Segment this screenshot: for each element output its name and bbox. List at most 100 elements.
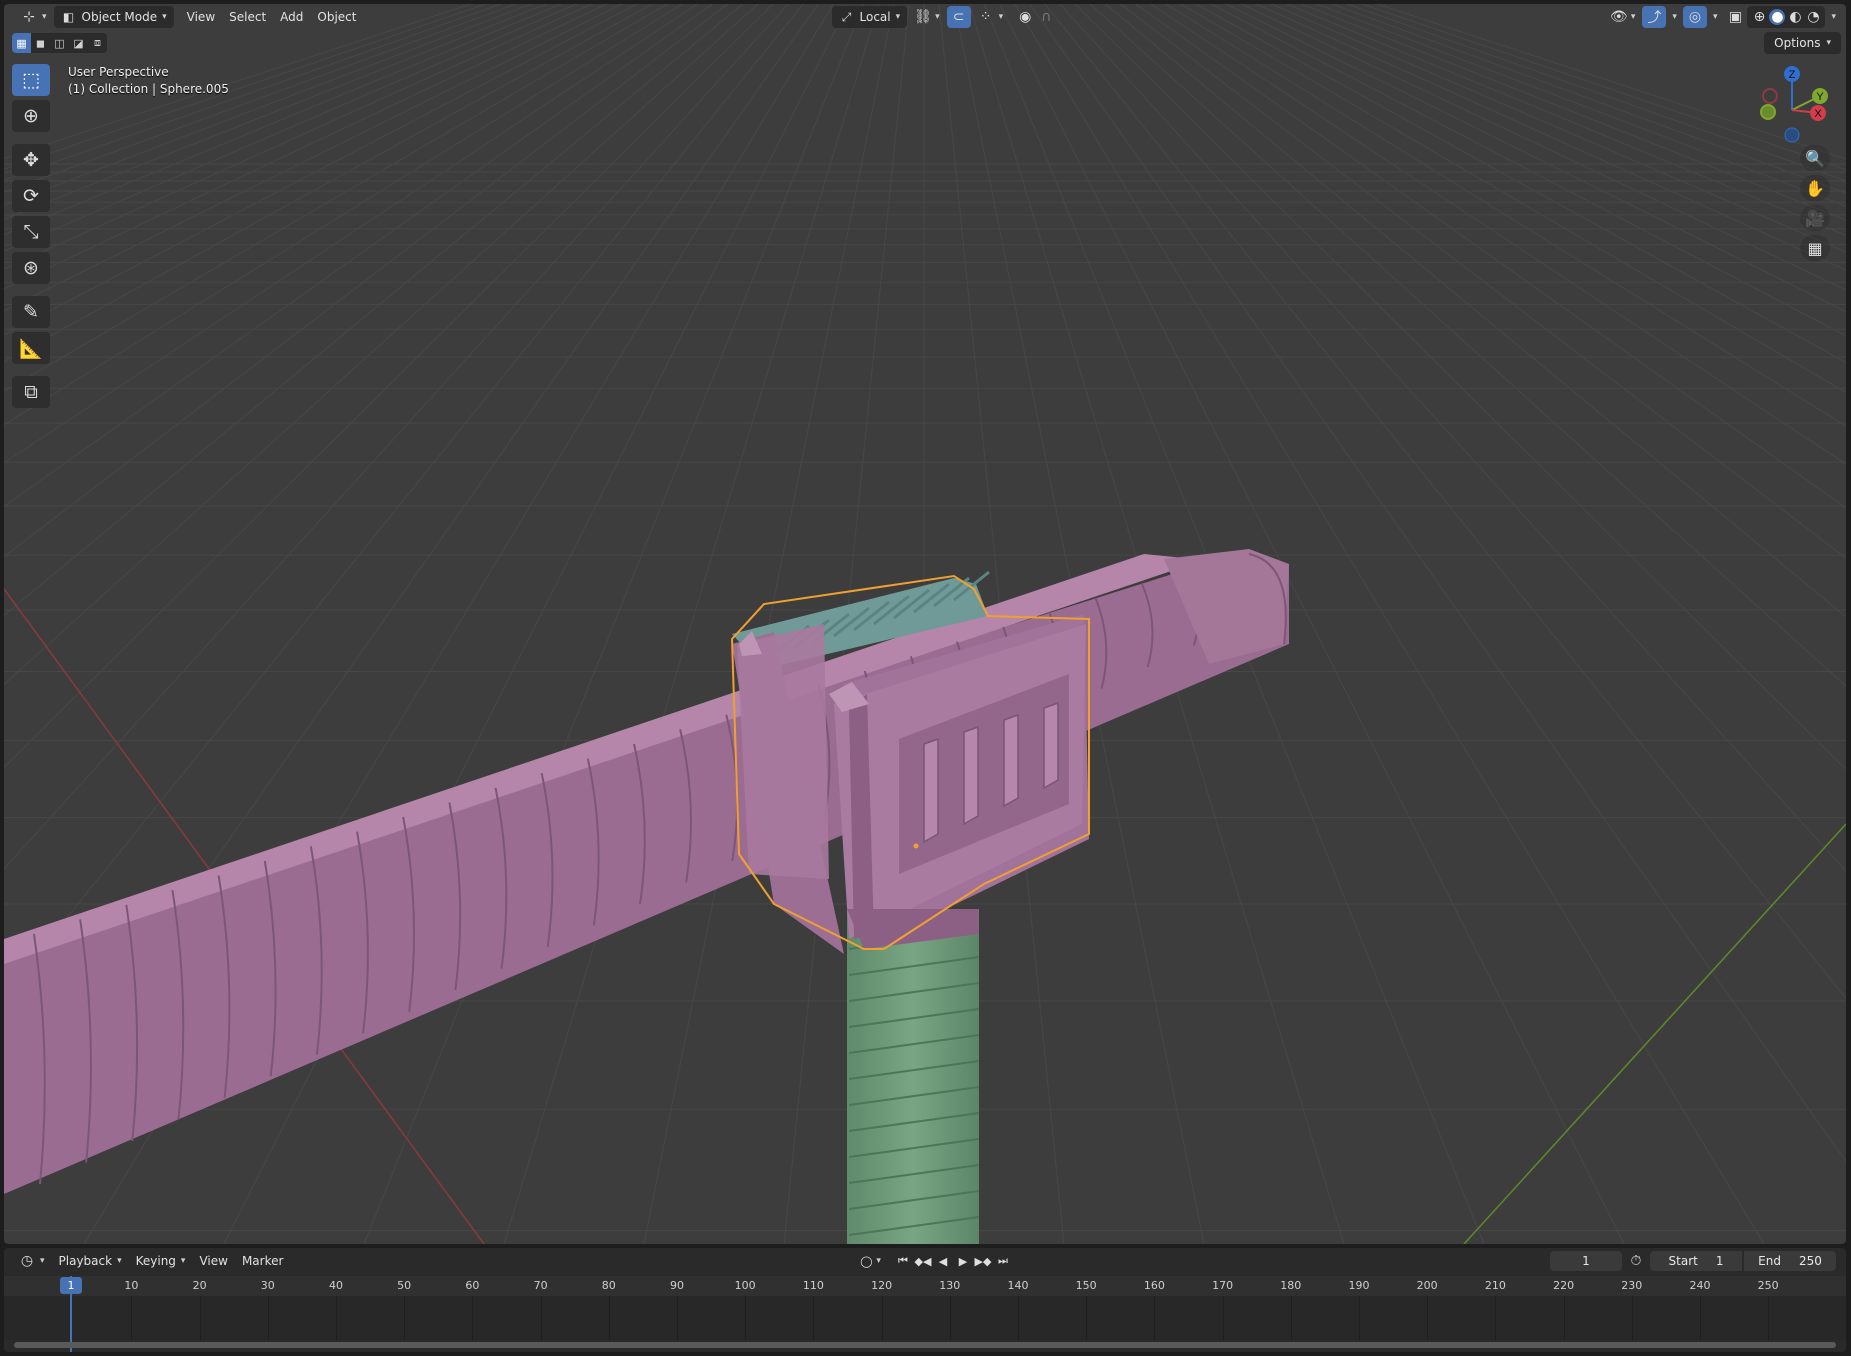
keying-label: Keying	[135, 1254, 176, 1268]
rotate-icon[interactable]: ⟳	[12, 180, 50, 212]
3d-viewport[interactable]	[4, 4, 1846, 1244]
chevron-down-icon: ▾	[935, 12, 940, 22]
overlay-toggle[interactable]: ◎	[1682, 6, 1707, 28]
options-label: Options	[1774, 36, 1821, 50]
menu-view[interactable]: View	[180, 6, 222, 28]
set-selection-icon[interactable]: ▦	[12, 33, 31, 53]
gizmo-dropdown[interactable]: ▾	[1672, 12, 1677, 22]
end-label: End	[1758, 1254, 1781, 1268]
timeline-editor[interactable]: ◷ ▾ Playback ▾ Keying ▾ View Marker ◯ ▾ ⏮ ◆…	[4, 1248, 1846, 1352]
intersect-selection-icon[interactable]: ⧈	[88, 33, 107, 53]
playback-label: Playback	[58, 1254, 113, 1268]
frame-grid-line	[1495, 1296, 1497, 1340]
auto-keying-icon[interactable]: ◯	[856, 1251, 876, 1271]
xray-toggle[interactable]: ▣	[1723, 6, 1747, 28]
solid-shading-icon[interactable]: ●	[1769, 9, 1786, 25]
snap-target-dropdown[interactable]: ⁘ ▾	[971, 6, 1011, 28]
gizmo-toggle[interactable]: ⤴	[1642, 6, 1667, 28]
end-value: 250	[1798, 1254, 1822, 1268]
snap-grid-icon: ⁘	[979, 9, 992, 25]
visibility-icon: 👁	[1609, 9, 1628, 25]
playhead-frame-label[interactable]: 1	[60, 1277, 82, 1294]
frame-tick-label: 220	[1553, 1279, 1575, 1292]
annotate-icon[interactable]: ✎	[12, 296, 50, 328]
start-frame-field[interactable]: Start 1	[1650, 1251, 1742, 1271]
preview-range-icon[interactable]: ⏱	[1628, 1253, 1644, 1269]
frame-tick-label: 90	[669, 1279, 684, 1292]
play-icon[interactable]: ▶	[953, 1251, 973, 1271]
jump-to-end-icon[interactable]: ⏭	[993, 1251, 1013, 1271]
rendered-shading-icon[interactable]: ◔	[1805, 9, 1821, 25]
chevron-down-icon: ▾	[117, 1256, 122, 1266]
camera-view-icon[interactable]: 🎥	[1800, 205, 1830, 231]
view-perspective-label: User Perspective	[68, 65, 169, 79]
navigation-gizmo[interactable]: Z Y X	[1750, 60, 1838, 150]
menu-select[interactable]: Select	[222, 6, 273, 28]
end-frame-field[interactable]: End 250	[1744, 1251, 1836, 1271]
frame-ruler[interactable]: 10 20 30 40 50 60 70 80 90 100 110 120 130 140 150 160 1…	[4, 1276, 1846, 1296]
chevron-down-icon[interactable]: ▾	[876, 1256, 881, 1266]
menu-object[interactable]: Object	[310, 6, 363, 28]
menu-playback[interactable]: Playback ▾	[52, 1250, 129, 1272]
frame-grid-line	[1290, 1296, 1292, 1340]
mode-dropdown[interactable]: ◧ Object Mode ▾	[53, 6, 174, 28]
falloff-icon: ∩	[1041, 9, 1052, 25]
subtract-selection-icon[interactable]: ◫	[50, 33, 69, 53]
x-axis-label: X	[1814, 108, 1822, 120]
jump-to-keyframe-prev-icon[interactable]: ◆◀	[913, 1251, 933, 1271]
extend-selection-icon[interactable]: ◼	[31, 33, 50, 53]
frame-tick-label: 140	[1007, 1279, 1029, 1292]
frame-tick-label: 20	[192, 1279, 207, 1292]
chevron-down-icon: ▾	[998, 12, 1004, 22]
menu-timeline-view[interactable]: View	[192, 1250, 234, 1272]
perspective-toggle-icon[interactable]: ▦	[1800, 235, 1830, 261]
options-dropdown[interactable]: Options ▾	[1764, 32, 1841, 54]
proportional-edit-toggle[interactable]: ◉ ∩	[1010, 6, 1061, 28]
menu-keying[interactable]: Keying ▾	[129, 1250, 193, 1272]
active-object-label: (1) Collection | Sphere.005	[68, 82, 229, 96]
visibility-dropdown[interactable]: 👁 ▾	[1603, 6, 1643, 28]
wireframe-shading-icon[interactable]: ⊕	[1751, 9, 1767, 25]
frame-tick-label: 130	[939, 1279, 961, 1292]
neg-z-handle	[1784, 127, 1800, 143]
frame-grid-line	[676, 1296, 678, 1340]
viewport-scene[interactable]	[4, 4, 1846, 1244]
pan-hand-icon[interactable]: ✋	[1800, 175, 1830, 201]
purple-bar-mesh	[4, 549, 1289, 1194]
frame-tick-label: 50	[397, 1279, 412, 1292]
chevron-down-icon: ▾	[162, 12, 167, 22]
timeline-scrollbar[interactable]	[14, 1342, 1836, 1348]
overlay-dropdown[interactable]: ▾	[1713, 12, 1718, 22]
frame-grid-line	[608, 1296, 610, 1340]
material-shading-icon[interactable]: ◐	[1787, 9, 1803, 25]
timeline-body[interactable]	[4, 1296, 1846, 1340]
measure-icon[interactable]: 📐	[12, 332, 50, 364]
timeline-editor-type-button[interactable]: ◷ ▾	[12, 1250, 52, 1272]
add-cube-icon[interactable]: ⧉	[12, 376, 50, 408]
orientation-label: Local	[859, 10, 891, 24]
play-reverse-icon[interactable]: ◀	[933, 1251, 953, 1271]
scale-icon[interactable]: ⤡	[12, 216, 50, 248]
cursor-icon[interactable]: ⊕	[12, 100, 50, 132]
transform-orientation-dropdown[interactable]: ⤢ Local ▾	[831, 6, 908, 28]
menu-add[interactable]: Add	[273, 6, 310, 28]
move-icon[interactable]: ✥	[12, 144, 50, 176]
jump-to-keyframe-next-icon[interactable]: ▶◆	[973, 1251, 993, 1271]
jump-to-start-icon[interactable]: ⏮	[893, 1251, 913, 1271]
snap-toggle[interactable]: ⊂	[946, 6, 971, 28]
frame-grid-line	[1563, 1296, 1565, 1340]
neg-x-handle	[1762, 88, 1778, 104]
current-frame-field[interactable]: 1	[1550, 1251, 1622, 1271]
pivot-point-dropdown[interactable]: ⛓ ▾	[907, 6, 947, 28]
editor-type-button[interactable]: ⊹ ▾	[14, 6, 54, 28]
transform-icon[interactable]: ⊛	[12, 252, 50, 284]
frame-grid-line	[1427, 1296, 1429, 1340]
buckle-slot	[1003, 713, 1019, 808]
frame-grid-line	[199, 1296, 201, 1340]
menu-marker[interactable]: Marker	[235, 1250, 290, 1272]
timeline-header: ◷ ▾ Playback ▾ Keying ▾ View Marker ◯ ▾ ⏮ ◆…	[4, 1248, 1846, 1274]
shading-dropdown[interactable]: ▾	[1831, 12, 1836, 22]
zoom-icon[interactable]: 🔍	[1800, 145, 1830, 171]
invert-selection-icon[interactable]: ◪	[69, 33, 88, 53]
select-box-icon[interactable]: ⬚	[12, 64, 50, 96]
